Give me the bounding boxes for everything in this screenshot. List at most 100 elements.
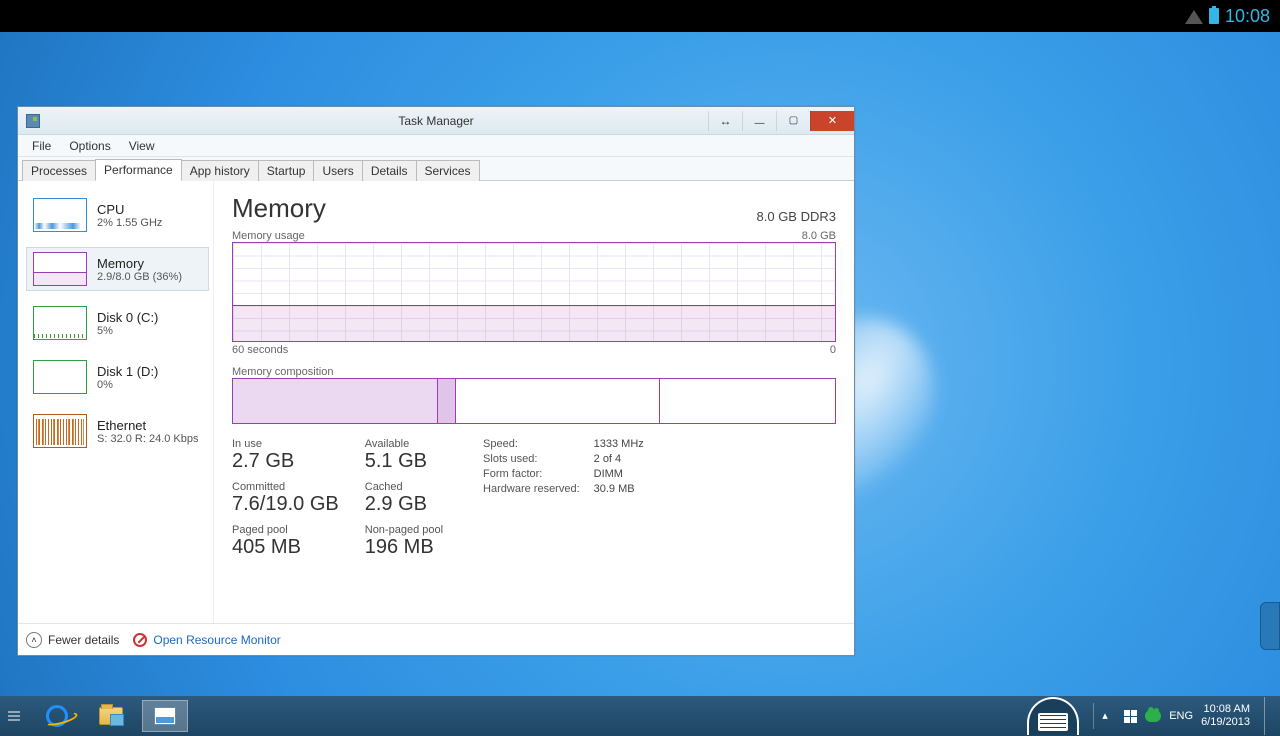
sidebar-eth-label: Ethernet: [97, 418, 199, 433]
stat-cached-label: Cached: [365, 481, 443, 493]
tab-startup[interactable]: Startup: [258, 160, 315, 181]
tab-app-history[interactable]: App history: [181, 160, 259, 181]
menu-file[interactable]: File: [24, 137, 59, 155]
sidebar-cpu-label: CPU: [97, 202, 162, 217]
on-screen-keyboard-button[interactable]: [1027, 697, 1079, 735]
task-manager-app-icon: [26, 114, 40, 128]
file-explorer-icon: [99, 707, 123, 725]
cpu-thumb-icon: [33, 198, 87, 232]
window-footer: ˄ Fewer details Open Resource Monitor: [18, 623, 854, 655]
sidebar-disk0-label: Disk 0 (C:): [97, 310, 158, 325]
menu-options[interactable]: Options: [61, 137, 118, 155]
task-manager-taskbar-icon: [154, 707, 176, 725]
sidebar-item-disk1[interactable]: Disk 1 (D:) 0%: [26, 355, 209, 399]
spec-form-v: DIMM: [594, 468, 644, 480]
page-title: Memory: [232, 193, 326, 224]
minimize-button[interactable]: [742, 111, 776, 131]
taskbar-ie-button[interactable]: [34, 700, 80, 732]
usage-chart-label: Memory usage: [232, 230, 305, 242]
stat-committed-value: 7.6/19.0 GB: [232, 493, 339, 516]
memory-thumb-icon: [33, 252, 87, 286]
taskbar-file-explorer-button[interactable]: [88, 700, 134, 732]
sidebar-item-disk0[interactable]: Disk 0 (C:) 5%: [26, 301, 209, 345]
sidebar-memory-label: Memory: [97, 256, 182, 271]
stat-cached-value: 2.9 GB: [365, 493, 443, 516]
chart-x-right: 0: [830, 344, 836, 356]
fewer-details-button[interactable]: ˄ Fewer details: [26, 632, 119, 648]
close-button[interactable]: [810, 111, 854, 131]
desktop-wallpaper[interactable]: Task Manager File Options View Processes…: [0, 32, 1280, 696]
ethernet-thumb-icon: [33, 414, 87, 448]
stat-committed-label: Committed: [232, 481, 339, 493]
open-resource-monitor-link[interactable]: Open Resource Monitor: [133, 633, 280, 647]
taskbar-clock[interactable]: 10:08 AM 6/19/2013: [1201, 703, 1250, 728]
usage-chart-max: 8.0 GB: [802, 230, 836, 242]
battery-icon: [1209, 8, 1219, 24]
stat-paged-label: Paged pool: [232, 524, 339, 536]
sidebar-cpu-sub: 2% 1.55 GHz: [97, 217, 162, 229]
stat-available-value: 5.1 GB: [365, 450, 443, 473]
tab-performance[interactable]: Performance: [95, 159, 182, 181]
performance-sidebar: CPU 2% 1.55 GHz Memory 2.9/8.0 GB (36%) …: [18, 181, 214, 623]
spec-hwres-k: Hardware reserved:: [483, 483, 580, 495]
windows-taskbar[interactable]: ▴ ENG 10:08 AM 6/19/2013: [0, 696, 1280, 736]
sidebar-disk1-sub: 0%: [97, 379, 158, 391]
disk1-thumb-icon: [33, 360, 87, 394]
memory-composition-chart[interactable]: [232, 378, 836, 424]
disk0-thumb-icon: [33, 306, 87, 340]
action-center-flag-icon[interactable]: [1124, 710, 1137, 723]
android-status-bar: 10:08: [0, 0, 1280, 32]
sidebar-item-ethernet[interactable]: Ethernet S: 32.0 R: 24.0 Kbps: [26, 409, 209, 453]
tab-details[interactable]: Details: [362, 160, 417, 181]
memory-usage-chart[interactable]: [232, 242, 836, 342]
sidebar-disk1-label: Disk 1 (D:): [97, 364, 158, 379]
taskbar-date: 6/19/2013: [1201, 716, 1250, 729]
android-clock: 10:08: [1225, 6, 1270, 27]
maximize-button[interactable]: [776, 111, 810, 131]
language-indicator[interactable]: ENG: [1169, 710, 1193, 722]
sidebar-item-memory[interactable]: Memory 2.9/8.0 GB (36%): [26, 247, 209, 291]
internet-explorer-icon: [46, 705, 68, 727]
keyboard-icon: [1038, 713, 1068, 731]
sidebar-item-cpu[interactable]: CPU 2% 1.55 GHz: [26, 193, 209, 237]
menu-view[interactable]: View: [121, 137, 163, 155]
show-desktop-button[interactable]: [1264, 697, 1272, 735]
network-status-icon[interactable]: [1145, 710, 1161, 722]
open-resource-monitor-label: Open Resource Monitor: [153, 633, 280, 647]
performance-detail-pane: Memory 8.0 GB DDR3 Memory usage 8.0 GB 6…: [214, 181, 854, 623]
tray-chevron-up-icon[interactable]: ▴: [1102, 709, 1116, 723]
spec-speed-v: 1333 MHz: [594, 438, 644, 450]
taskbar-separator: [1093, 703, 1094, 729]
window-titlebar[interactable]: Task Manager: [18, 107, 854, 135]
taskbar-time: 10:08 AM: [1201, 703, 1250, 716]
resource-monitor-icon: [133, 633, 147, 647]
chart-x-left: 60 seconds: [232, 344, 288, 356]
stat-inuse-label: In use: [232, 438, 339, 450]
chevron-up-icon: ˄: [26, 632, 42, 648]
tab-processes[interactable]: Processes: [22, 160, 96, 181]
tab-strip: Processes Performance App history Startu…: [18, 157, 854, 181]
sidebar-memory-sub: 2.9/8.0 GB (36%): [97, 271, 182, 283]
tab-services[interactable]: Services: [416, 160, 480, 181]
wifi-icon: [1185, 8, 1203, 24]
spec-speed-k: Speed:: [483, 438, 580, 450]
tab-users[interactable]: Users: [313, 160, 362, 181]
task-manager-window: Task Manager File Options View Processes…: [17, 106, 855, 656]
stat-available-label: Available: [365, 438, 443, 450]
ram-spec: 8.0 GB DDR3: [757, 209, 836, 224]
stat-nonpaged-value: 196 MB: [365, 536, 443, 559]
fewer-details-label: Fewer details: [48, 633, 119, 647]
spec-slots-k: Slots used:: [483, 453, 580, 465]
restore-window-button[interactable]: [708, 111, 742, 131]
composition-chart-label: Memory composition: [232, 366, 333, 378]
stat-inuse-value: 2.7 GB: [232, 450, 339, 473]
menu-bar: File Options View: [18, 135, 854, 157]
spec-slots-v: 2 of 4: [594, 453, 644, 465]
stat-paged-value: 405 MB: [232, 536, 339, 559]
taskbar-task-manager-button[interactable]: [142, 700, 188, 732]
teamviewer-side-tab[interactable]: [1260, 602, 1280, 650]
start-edge-hint[interactable]: [8, 711, 20, 721]
stat-nonpaged-label: Non-paged pool: [365, 524, 443, 536]
sidebar-eth-sub: S: 32.0 R: 24.0 Kbps: [97, 433, 199, 445]
spec-form-k: Form factor:: [483, 468, 580, 480]
